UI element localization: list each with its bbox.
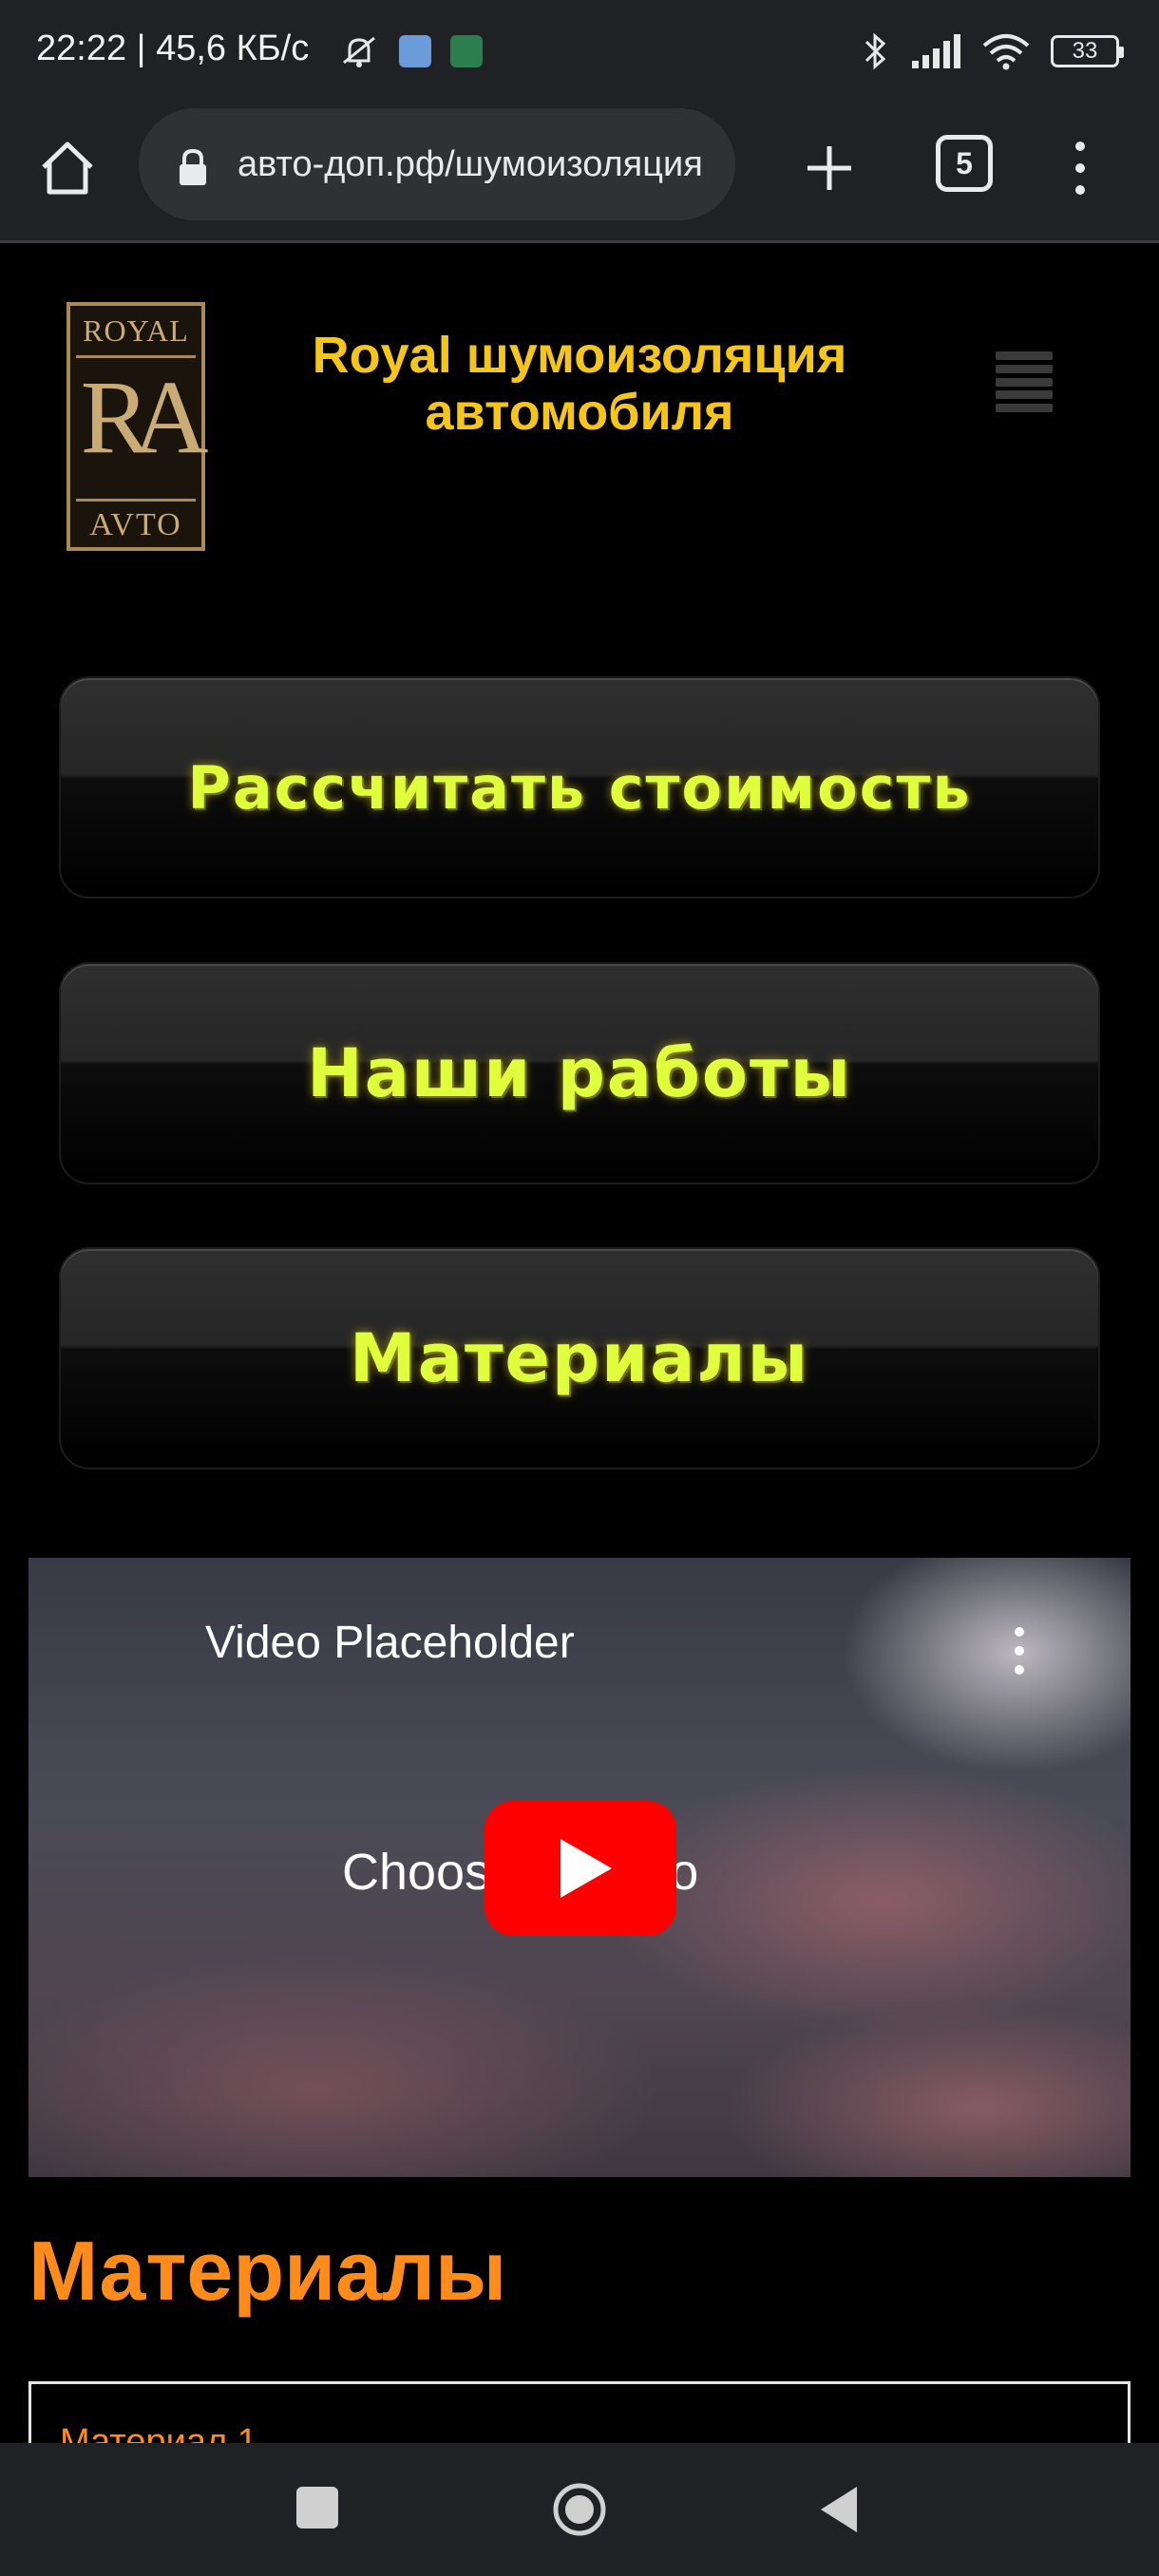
url-text[interactable]: авто-доп.рф/шумоизоляция <box>238 144 712 185</box>
hamburger-menu-icon[interactable] <box>996 351 1053 412</box>
video-title: Video Placeholder <box>205 1618 575 1668</box>
materials-button[interactable]: Материалы <box>59 1247 1100 1469</box>
video-more-icon[interactable] <box>1013 1626 1026 1676</box>
home-icon[interactable] <box>36 137 99 199</box>
battery-level: 33 <box>1072 38 1098 64</box>
lock-icon <box>180 148 206 185</box>
address-bar[interactable]: авто-доп.рф/шумоизоляция <box>139 108 735 220</box>
notes-app-icon <box>399 35 431 67</box>
recents-icon[interactable] <box>296 2487 338 2529</box>
system-icons: 33 <box>863 30 1124 72</box>
navigation-bar <box>0 2443 1159 2576</box>
site-logo[interactable]: ROYAL RA AVTO <box>66 302 209 551</box>
calculate-cost-label: Рассчитать стоимость <box>187 752 972 823</box>
bluetooth-icon <box>864 32 886 70</box>
wifi-icon <box>982 34 1030 70</box>
tab-switcher-button[interactable]: 5 <box>936 135 993 192</box>
muted-bell-icon <box>343 36 375 67</box>
fl-app-icon <box>450 35 483 67</box>
browser-toolbar: авто-доп.рф/шумоизоляция 5 <box>0 99 1159 243</box>
site-title: Royal шумоизоляция автомобиля <box>312 327 847 441</box>
video-embed[interactable]: Video Placeholder Choose a video <box>28 1558 1130 2177</box>
logo-top-text: ROYAL <box>83 313 189 348</box>
signal-icon <box>912 34 960 68</box>
our-works-label: Наши работы <box>307 1034 852 1112</box>
more-menu-icon[interactable] <box>1064 137 1096 199</box>
status-bar: 22:22 | 45,6 КБ/с 33 <box>0 0 1159 99</box>
battery-icon: 33 <box>1051 35 1124 67</box>
status-time-speed: 22:22 | 45,6 КБ/с <box>36 28 310 68</box>
new-tab-icon[interactable] <box>798 137 861 199</box>
back-icon[interactable] <box>817 2483 861 2536</box>
youtube-play-icon[interactable] <box>484 1801 676 1936</box>
nav-home-icon[interactable] <box>551 2481 608 2538</box>
our-works-button[interactable]: Наши работы <box>59 962 1100 1184</box>
materials-label: Материалы <box>350 1319 809 1397</box>
materials-heading: Материалы <box>28 2224 507 2318</box>
logo-monogram: RA <box>80 359 209 475</box>
calculate-cost-button[interactable]: Рассчитать стоимость <box>59 676 1100 899</box>
notification-icons <box>338 32 483 70</box>
logo-bottom-text: AVTO <box>89 507 182 542</box>
